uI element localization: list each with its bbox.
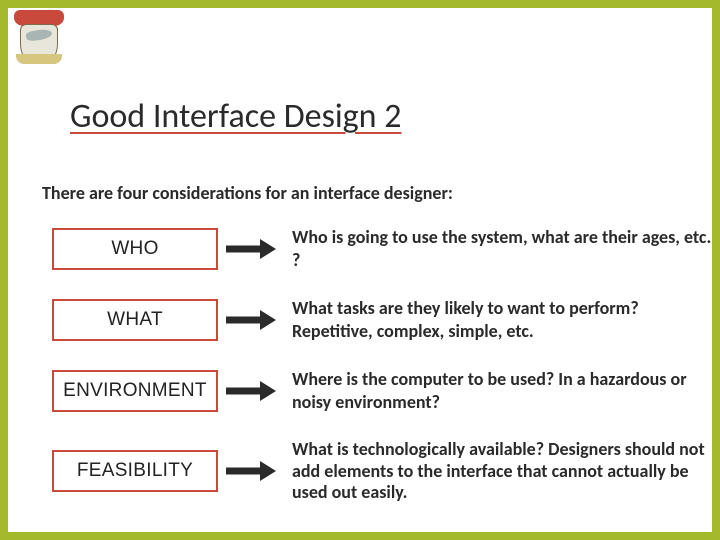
label-box: WHAT xyxy=(52,299,218,341)
page-title: Good Interface Design 2 xyxy=(70,96,401,137)
consideration-row-environment: ENVIRONMENT Where is the computer to be … xyxy=(52,368,712,413)
label-box: ENVIRONMENT xyxy=(52,370,218,412)
description-text: Where is the computer to be used? In a h… xyxy=(292,368,712,413)
arrow-icon xyxy=(226,461,280,481)
label-box: FEASIBILITY xyxy=(52,450,218,492)
arrow-icon xyxy=(226,239,280,259)
consideration-row-what: WHAT What tasks are they likely to want … xyxy=(52,297,712,342)
intro-text: There are four considerations for an int… xyxy=(42,182,453,204)
arrow-icon xyxy=(226,381,280,401)
description-text: What tasks are they likely to want to pe… xyxy=(292,297,712,342)
description-text: Who is going to use the system, what are… xyxy=(292,226,712,271)
consideration-row-who: WHO Who is going to use the system, what… xyxy=(52,226,712,271)
considerations-list: WHO Who is going to use the system, what… xyxy=(52,226,712,530)
description-text: What is technologically available? Desig… xyxy=(292,439,712,504)
label-box: WHO xyxy=(52,228,218,270)
arrow-icon xyxy=(226,310,280,330)
consideration-row-feasibility: FEASIBILITY What is technologically avai… xyxy=(52,439,712,504)
school-crest-logo xyxy=(14,12,64,66)
slide-body: Good Interface Design 2 There are four c… xyxy=(8,8,712,532)
